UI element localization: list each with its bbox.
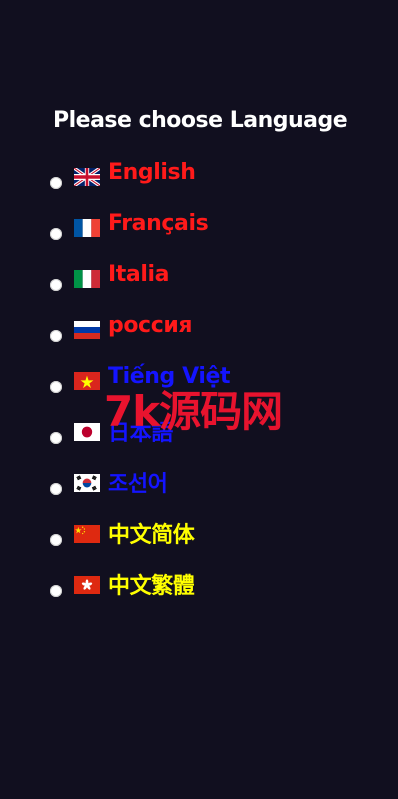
language-option-english[interactable]: English — [50, 155, 380, 206]
language-option-italian[interactable]: Italia — [50, 257, 380, 308]
language-label[interactable]: Italia — [108, 262, 169, 287]
language-label[interactable]: English — [108, 160, 196, 185]
korea-flag-icon — [74, 474, 100, 492]
radio-button[interactable] — [50, 329, 62, 342]
language-label[interactable]: 조선어 — [108, 466, 168, 498]
italy-flag-icon — [74, 270, 100, 288]
language-label[interactable]: Tiếng Việt — [108, 364, 231, 389]
language-option-french[interactable]: Français — [50, 206, 380, 257]
language-label[interactable]: Français — [108, 211, 209, 236]
language-label[interactable]: 中文繁體 — [108, 568, 195, 600]
radio-button[interactable] — [50, 482, 62, 495]
vietnam-flag-icon — [74, 372, 100, 390]
china-flag-icon — [74, 525, 100, 543]
radio-button[interactable] — [50, 431, 62, 444]
hongkong-flag-icon — [74, 576, 100, 594]
uk-flag-icon — [74, 168, 100, 186]
radio-button[interactable] — [50, 380, 62, 393]
france-flag-icon — [74, 219, 100, 237]
language-picker-page: Please choose Language English Français … — [0, 0, 398, 799]
radio-button[interactable] — [50, 584, 62, 597]
language-list: English Français Italia россия Tiếng Việ… — [50, 155, 380, 614]
japan-flag-icon — [74, 423, 100, 441]
language-option-chinese-traditional[interactable]: 中文繁體 — [50, 563, 380, 614]
language-label[interactable]: россия — [108, 313, 192, 338]
russia-flag-icon — [74, 321, 100, 339]
language-option-chinese-simplified[interactable]: 中文简体 — [50, 512, 380, 563]
language-option-korean[interactable]: 조선어 — [50, 461, 380, 512]
language-label[interactable]: 中文简体 — [108, 517, 195, 549]
radio-button[interactable] — [50, 278, 62, 291]
language-option-vietnamese[interactable]: Tiếng Việt — [50, 359, 380, 410]
radio-button[interactable] — [50, 533, 62, 546]
radio-button[interactable] — [50, 176, 62, 189]
language-option-russian[interactable]: россия — [50, 308, 380, 359]
page-title: Please choose Language — [53, 108, 348, 133]
language-label[interactable]: 日本語 — [108, 415, 173, 447]
radio-button[interactable] — [50, 227, 62, 240]
language-option-japanese[interactable]: 日本語 — [50, 410, 380, 461]
